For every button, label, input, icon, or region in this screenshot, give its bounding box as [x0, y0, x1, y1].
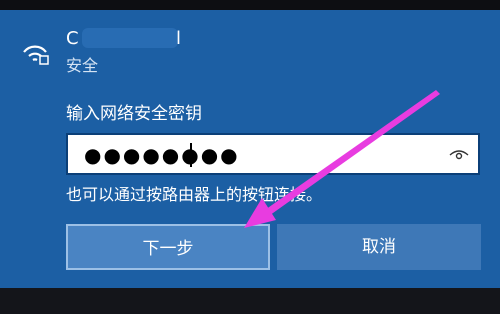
wifi-secured-icon	[23, 45, 49, 65]
window-top-strip	[0, 0, 500, 10]
router-button-hint: 也可以通过按路由器上的按钮连接。	[66, 185, 323, 204]
security-status: 安全	[66, 56, 99, 75]
security-key-label: 输入网络安全密钥	[66, 104, 202, 124]
masked-password: ●●●●●●●●	[84, 143, 240, 167]
next-button[interactable]: 下一步	[66, 224, 270, 270]
network-name: C	[66, 28, 79, 49]
text-caret	[190, 143, 192, 167]
network-name-redaction	[82, 28, 178, 48]
network-name-suffix: l	[176, 28, 182, 49]
security-key-input[interactable]: ●●●●●●●●	[66, 133, 480, 175]
window-bottom-strip	[0, 288, 500, 314]
reveal-password-icon[interactable]	[448, 145, 470, 163]
cancel-button[interactable]: 取消	[277, 224, 481, 270]
